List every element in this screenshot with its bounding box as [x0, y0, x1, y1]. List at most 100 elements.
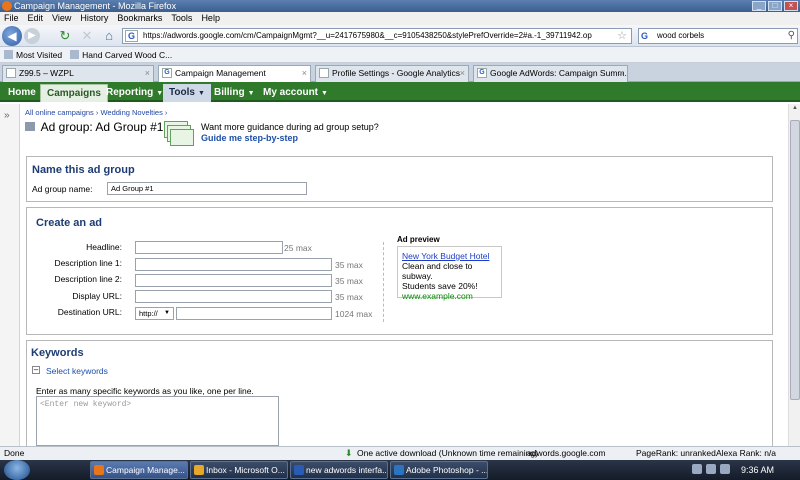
chevron-down-icon: ▼	[164, 310, 170, 316]
back-button[interactable]: ◀	[2, 26, 22, 46]
menu-help[interactable]: Help	[201, 12, 220, 25]
browser-tab[interactable]: G Google AdWords: Campaign Summ... ×	[473, 65, 628, 82]
bookmark-star-icon[interactable]: ☆	[617, 29, 627, 43]
chevron-down-icon: ▼	[197, 90, 205, 97]
menu-bar: File Edit View History Bookmarks Tools H…	[0, 12, 800, 25]
collapse-icon[interactable]: –	[32, 366, 40, 374]
start-button[interactable]	[4, 460, 30, 480]
tab-close-icon[interactable]: ×	[619, 66, 624, 81]
nav-billing[interactable]: Billing ▼	[208, 84, 261, 102]
forward-button[interactable]: ▶	[24, 28, 40, 44]
browser-tab[interactable]: Z99.5 – WZPL ×	[2, 65, 154, 82]
description-line-2-input[interactable]	[135, 274, 332, 287]
window-title-bar: Campaign Management - Mozilla Firefox _ …	[0, 0, 800, 12]
chevron-down-icon: ▼	[247, 90, 255, 97]
download-status[interactable]: One active download (Unknown time remain…	[357, 447, 538, 460]
search-bar[interactable]: G wood corbels ⚲	[638, 28, 798, 44]
browser-tab[interactable]: Profile Settings - Google Analytics ×	[315, 65, 469, 82]
guide-question: Want more guidance during ad group setup…	[201, 122, 379, 132]
guide-icon	[164, 121, 194, 147]
scrollbar-thumb[interactable]	[790, 120, 800, 400]
status-domain: adwords.google.com	[527, 448, 606, 458]
menu-view[interactable]: View	[52, 12, 71, 25]
home-icon[interactable]: ⌂	[100, 28, 118, 44]
guide-link[interactable]: Guide me step-by-step	[201, 133, 379, 144]
menu-edit[interactable]: Edit	[28, 12, 44, 25]
ad-preview-url: www.example.com	[402, 291, 473, 301]
site-favicon-icon: G	[125, 30, 138, 42]
nav-reporting[interactable]: Reporting ▼	[100, 84, 169, 102]
scroll-up-icon[interactable]: ▲	[790, 105, 800, 115]
bookmark-most-visited[interactable]: Most Visited	[4, 47, 62, 62]
section-title: Create an ad	[36, 217, 103, 229]
destination-url-input[interactable]	[176, 307, 332, 320]
tab-close-icon[interactable]: ×	[145, 66, 150, 81]
volume-icon[interactable]	[720, 464, 730, 474]
page-title: Ad group: Ad Group #1	[25, 120, 163, 134]
browser-tab-active[interactable]: G Campaign Management ×	[158, 65, 311, 83]
display-url-input[interactable]	[135, 290, 332, 303]
headline-input[interactable]	[135, 241, 283, 254]
guide-prompt: Want more guidance during ad group setup…	[201, 122, 379, 144]
pagerank-status: PageRank: unranked	[636, 448, 716, 458]
bookmark-hand-carved[interactable]: Hand Carved Wood C...	[70, 47, 172, 62]
menu-tools[interactable]: Tools	[171, 12, 192, 25]
bookmark-icon	[4, 50, 13, 59]
menu-bookmarks[interactable]: Bookmarks	[117, 12, 162, 25]
vertical-scrollbar[interactable]: ▲	[788, 104, 800, 446]
maximize-button[interactable]: □	[768, 1, 782, 11]
display-url-max: 35 max	[335, 292, 363, 302]
clock[interactable]: 9:36 AM	[741, 460, 774, 480]
url-bar[interactable]: G https://adwords.google.com/cm/Campaign…	[122, 28, 632, 44]
tab-close-icon[interactable]: ×	[460, 66, 465, 81]
photoshop-icon	[394, 465, 404, 475]
status-bar: Done ⬇ One active download (Unknown time…	[0, 446, 800, 460]
description-line-1-max: 35 max	[335, 260, 363, 270]
ad-preview-title: Ad preview	[397, 235, 440, 244]
alexa-status: Alexa Rank: n/a	[716, 448, 777, 458]
taskbar-item[interactable]: Inbox - Microsoft O...	[190, 461, 288, 479]
minimize-button[interactable]: _	[752, 1, 766, 11]
destination-url-max: 1024 max	[335, 309, 373, 319]
ad-group-name-input[interactable]: Ad Group #1	[107, 182, 307, 195]
tray-icon[interactable]	[692, 464, 702, 474]
menu-file[interactable]: File	[4, 12, 19, 25]
keywords-textarea[interactable]: <Enter new keyword>	[36, 396, 279, 446]
word-icon	[294, 465, 304, 475]
nav-my-account[interactable]: My account ▼	[257, 84, 334, 102]
expand-panel-icon[interactable]: »	[4, 110, 10, 121]
select-keywords-link[interactable]: Select keywords	[46, 366, 108, 376]
breadcrumb[interactable]: All online campaigns › Wedding Novelties…	[25, 108, 167, 117]
browser-tab-bar: Z99.5 – WZPL × G Campaign Management × P…	[0, 63, 800, 83]
close-button[interactable]: ×	[784, 1, 798, 11]
taskbar-item[interactable]: Adobe Photoshop - ...	[390, 461, 488, 479]
tab-close-icon[interactable]: ×	[302, 66, 307, 81]
name-ad-group-section: Name this ad group Ad group name: Ad Gro…	[26, 156, 773, 202]
ad-preview-line-1: Clean and close to subway.	[402, 261, 473, 281]
firefox-icon	[94, 465, 104, 475]
menu-history[interactable]: History	[80, 12, 108, 25]
section-title: Keywords	[31, 347, 84, 359]
ad-group-name-label: Ad group name:	[32, 184, 93, 194]
description-line-1-input[interactable]	[135, 258, 332, 271]
nav-campaigns[interactable]: Campaigns	[40, 84, 108, 102]
nav-tools[interactable]: Tools ▼	[163, 84, 211, 102]
description-line-2-label: Description line 2:	[54, 274, 122, 284]
chevron-down-icon: ▼	[321, 90, 328, 97]
taskbar-item[interactable]: new adwords interfa...	[290, 461, 388, 479]
magnifier-icon[interactable]: ⚲	[788, 29, 795, 43]
headline-max: 25 max	[284, 243, 312, 253]
stop-icon[interactable]: ✕	[78, 28, 96, 44]
bookmark-icon	[70, 50, 80, 59]
protocol-select[interactable]: http://▼	[135, 307, 174, 320]
reload-icon[interactable]: ↻	[56, 28, 74, 44]
section-title: Name this ad group	[32, 164, 135, 176]
ad-group-icon	[25, 122, 35, 131]
tray-icon[interactable]	[706, 464, 716, 474]
preview-divider	[383, 242, 384, 322]
nav-home[interactable]: Home	[2, 84, 42, 102]
bookmarks-toolbar: Most Visited Hand Carved Wood C...	[0, 47, 800, 63]
taskbar-item[interactable]: Campaign Manage...	[90, 461, 188, 479]
taskbar: Campaign Manage... Inbox - Microsoft O..…	[0, 460, 800, 480]
headline-label: Headline:	[86, 242, 122, 252]
